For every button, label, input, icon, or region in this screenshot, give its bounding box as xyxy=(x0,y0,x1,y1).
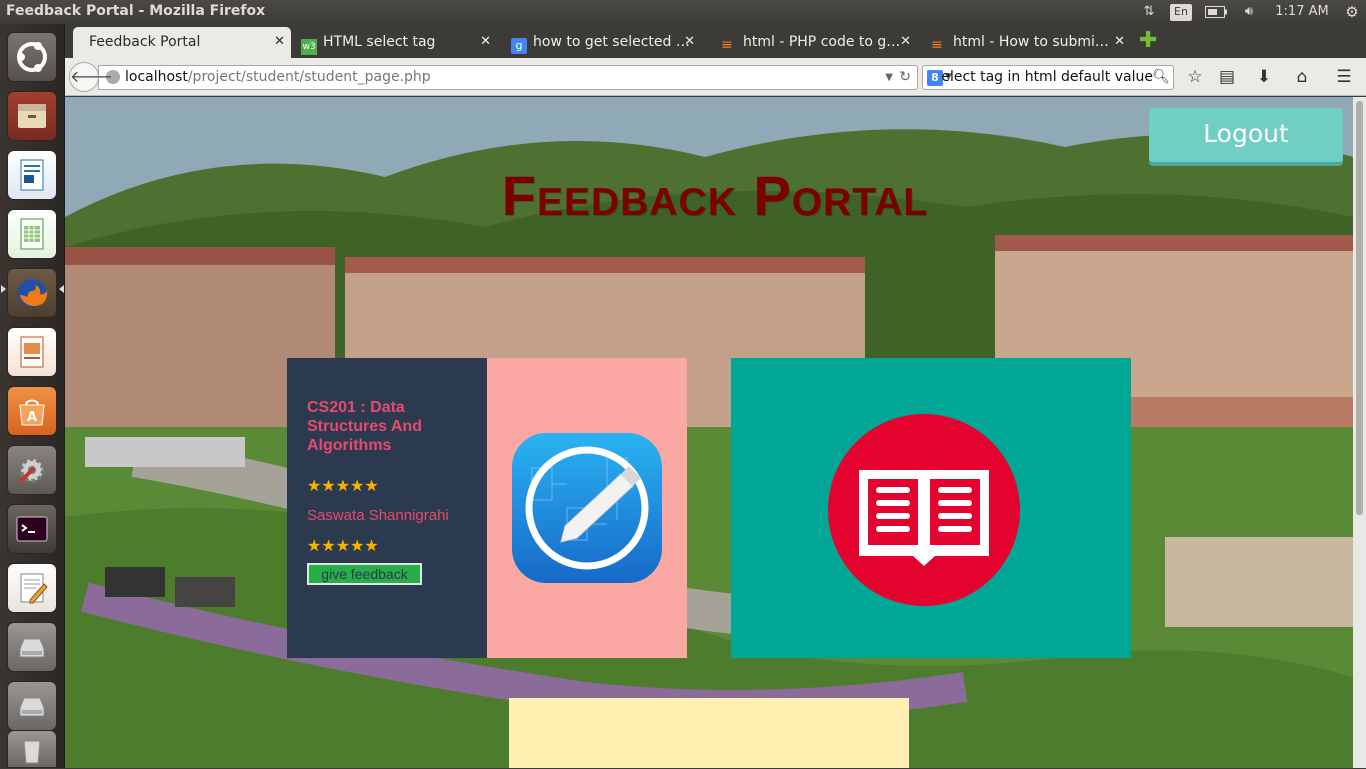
unity-launcher: A xyxy=(0,24,65,768)
close-tab-icon[interactable]: ✕ xyxy=(1114,27,1125,57)
tab-title: HTML select tag xyxy=(323,34,436,50)
menu-hamburger-icon[interactable]: ☰ xyxy=(1333,66,1355,88)
history-dropdown-icon[interactable]: ▼ xyxy=(885,66,893,89)
course-name: CS201 : Data Structures And Algorithms xyxy=(307,399,422,454)
reload-icon[interactable]: ↻ xyxy=(899,66,911,89)
bookmarks-menu-icon[interactable]: ▤ xyxy=(1216,66,1238,88)
trash-icon[interactable] xyxy=(7,730,57,768)
blueprint-pen-icon xyxy=(512,433,662,583)
logout-button[interactable]: Logout xyxy=(1149,108,1343,162)
tab-strip: Feedback Portal ✕ w3 HTML select tag ✕ gh… xyxy=(65,24,1366,58)
tab-title: html - How to submi… xyxy=(953,34,1109,50)
home-icon[interactable]: ⌂ xyxy=(1291,66,1313,88)
tab-feedback-portal[interactable]: Feedback Portal ✕ xyxy=(73,27,291,58)
svg-text:A: A xyxy=(27,410,37,425)
downloads-icon[interactable]: ⬇ xyxy=(1253,66,1275,88)
top-panel: Feedback Portal - Mozilla Firefox ⇅ En 🔊… xyxy=(0,0,1366,24)
firefox-icon[interactable] xyxy=(7,268,57,318)
tab-title: how to get selected … xyxy=(533,34,690,50)
close-tab-icon[interactable]: ✕ xyxy=(684,27,695,57)
tab-html-select[interactable]: w3 HTML select tag ✕ xyxy=(291,27,497,58)
writer-icon[interactable] xyxy=(7,150,57,200)
open-book-icon xyxy=(828,414,1020,606)
give-feedback-button[interactable]: give feedback xyxy=(307,563,422,585)
drive-icon[interactable] xyxy=(7,681,57,731)
page-content: Logout Feedback Portal CS201 : Data Stru… xyxy=(65,97,1353,768)
network-icon[interactable]: ⇅ xyxy=(1138,2,1160,22)
window-title: Feedback Portal - Mozilla Firefox xyxy=(6,3,266,19)
drive-icon[interactable] xyxy=(7,622,57,672)
clock[interactable]: 1:17 AM xyxy=(1272,2,1332,22)
stackoverflow-favicon-icon: ≡ xyxy=(931,37,943,53)
new-tab-plus-icon[interactable]: ✚ xyxy=(1139,30,1157,52)
software-center-icon[interactable]: A xyxy=(7,386,57,436)
search-magnifier-icon[interactable]: 🔍︎ xyxy=(1152,66,1170,89)
close-tab-icon[interactable]: ✕ xyxy=(900,27,911,57)
search-bar[interactable]: 8 ▼ elect tag in html default value 🔍︎ xyxy=(922,65,1174,90)
keyboard-layout-indicator[interactable]: En xyxy=(1170,4,1192,21)
vertical-scrollbar[interactable] xyxy=(1353,97,1366,768)
search-input[interactable]: elect tag in html default value xyxy=(941,66,1153,89)
system-settings-icon[interactable] xyxy=(7,445,57,495)
close-tab-icon[interactable]: ✕ xyxy=(274,27,285,57)
info-tile[interactable] xyxy=(509,698,909,768)
tab-title: Feedback Portal xyxy=(89,34,201,50)
url-host: localhost xyxy=(125,69,188,85)
scrollbar-thumb[interactable] xyxy=(1356,101,1363,515)
tab-title: html - PHP code to g… xyxy=(743,34,901,50)
close-tab-icon[interactable]: ✕ xyxy=(480,27,491,57)
running-indicator xyxy=(1,285,6,293)
tab-stackoverflow-submit[interactable]: ≡ html - How to submi… ✕ xyxy=(921,27,1131,58)
calc-icon[interactable] xyxy=(7,209,57,259)
files-icon[interactable] xyxy=(7,91,57,141)
firefox-window: Feedback Portal ✕ w3 HTML select tag ✕ gh… xyxy=(65,24,1366,768)
course-rating-stars: ★★★★★ xyxy=(307,476,379,495)
tab-google-search[interactable]: g how to get selected … ✕ xyxy=(501,27,701,58)
stackoverflow-favicon-icon: ≡ xyxy=(721,37,733,53)
text-editor-icon[interactable] xyxy=(7,563,57,613)
impress-icon[interactable] xyxy=(7,327,57,377)
battery-icon[interactable] xyxy=(1203,2,1229,22)
w3schools-favicon-icon: w3 xyxy=(301,39,317,55)
tab-stackoverflow-php[interactable]: ≡ html - PHP code to g… ✕ xyxy=(711,27,917,58)
page-title: Feedback Portal xyxy=(501,164,929,227)
url-bar[interactable]: localhost/project/student/student_page.p… xyxy=(98,65,918,90)
google-favicon-icon: g xyxy=(511,38,527,54)
bookmark-star-icon[interactable]: ☆ xyxy=(1184,66,1206,88)
session-gear-icon[interactable]: ⚙ xyxy=(1342,2,1362,22)
teacher-name: Saswata Shannigrahi xyxy=(307,507,449,524)
teacher-rating-stars: ★★★★★ xyxy=(307,536,379,555)
active-indicator xyxy=(59,285,64,293)
volume-icon[interactable]: 🔊︎ xyxy=(1238,2,1260,22)
url-path: /project/student/student_page.php xyxy=(187,69,431,85)
course-card: CS201 : Data Structures And Algorithms ★… xyxy=(287,358,487,658)
terminal-icon[interactable] xyxy=(7,504,57,554)
design-tile[interactable] xyxy=(487,358,687,658)
navigation-toolbar: localhost/project/student/student_page.p… xyxy=(65,58,1366,96)
back-arrow-icon[interactable]: 🡐 xyxy=(69,62,113,92)
ubuntu-dash-icon[interactable] xyxy=(7,32,57,82)
study-tile[interactable] xyxy=(731,358,1131,658)
